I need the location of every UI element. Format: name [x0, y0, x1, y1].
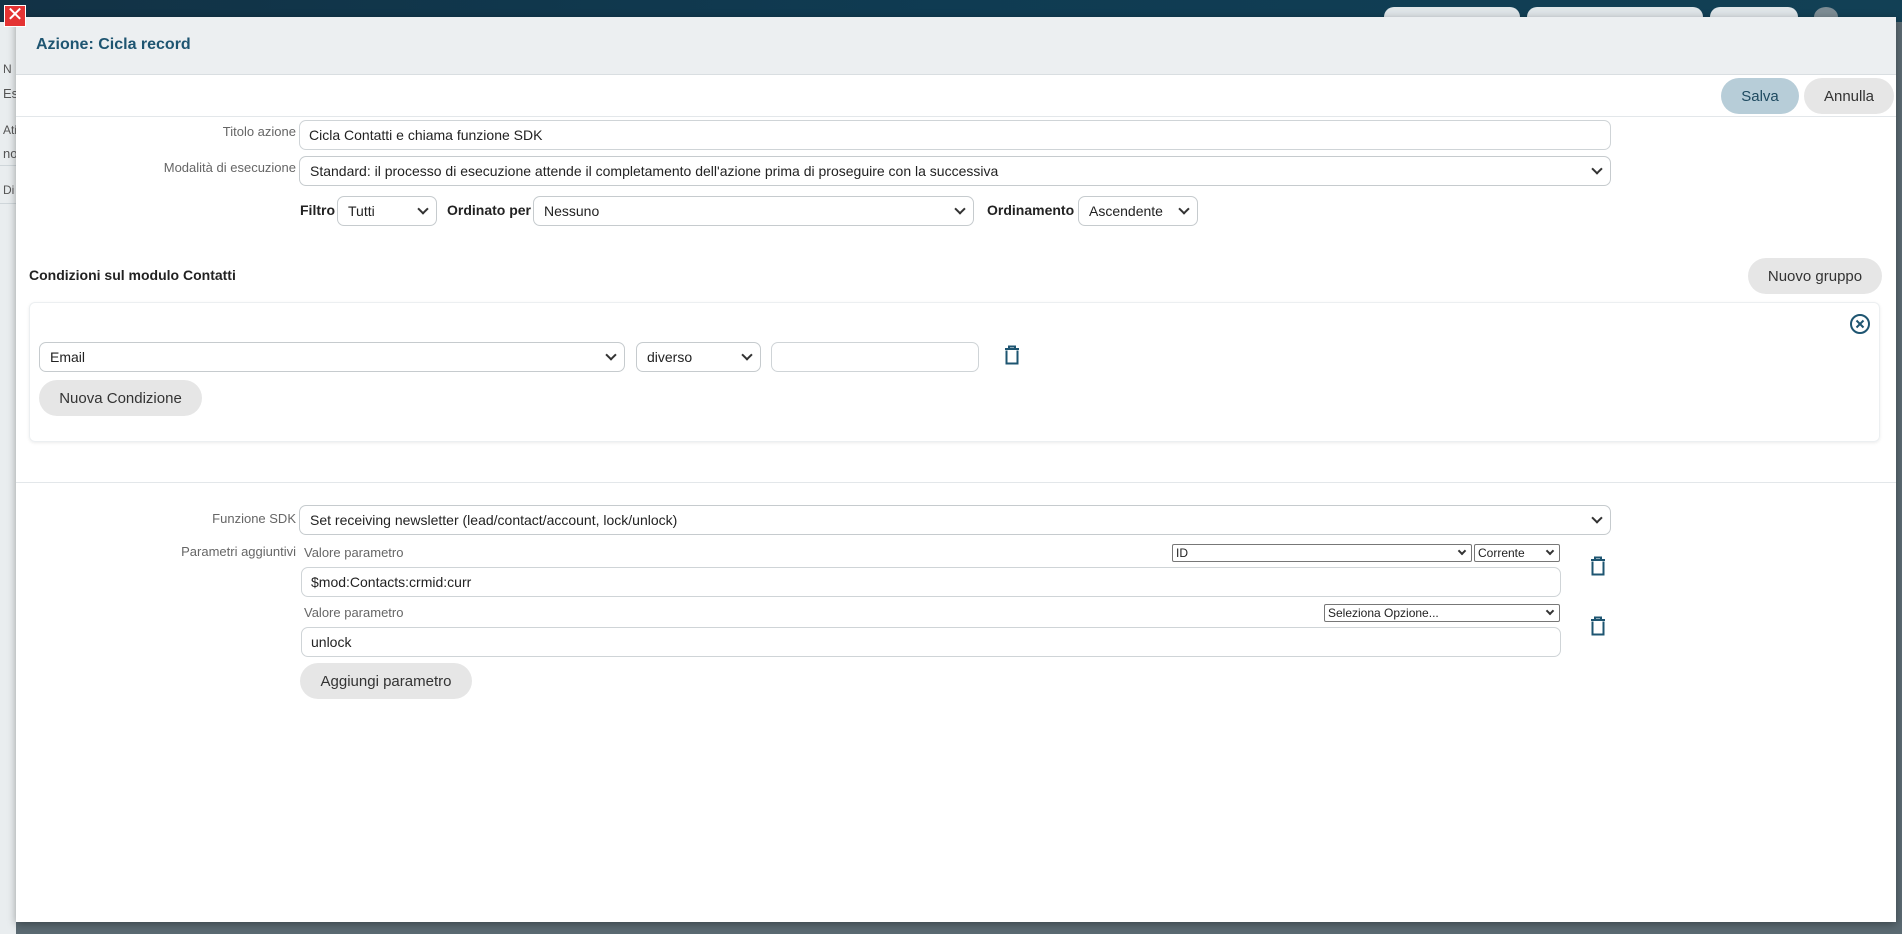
background-divider	[0, 165, 16, 166]
trash-icon[interactable]	[1002, 344, 1022, 366]
background-text: Di	[3, 183, 15, 197]
param-value-input[interactable]	[301, 567, 1561, 597]
conditions-title: Condizioni sul modulo Contatti	[29, 267, 236, 283]
chevron-down-icon	[1545, 546, 1555, 556]
background-divider	[0, 203, 16, 204]
execution-mode-label: Modalità di esecuzione	[163, 160, 296, 175]
condition-group	[29, 302, 1880, 442]
add-parameter-button[interactable]: Aggiungi parametro	[300, 663, 472, 699]
order-by-label: Ordinato per	[447, 202, 532, 218]
background-text: Ati	[3, 123, 18, 137]
chevron-down-icon	[1457, 546, 1467, 556]
chevron-down-icon	[417, 203, 429, 215]
chevron-down-icon	[1545, 606, 1555, 616]
ordering-value: Ascendente	[1089, 203, 1163, 219]
param-option-value: Seleziona Opzione...	[1328, 606, 1439, 620]
section-divider	[16, 482, 1896, 483]
trash-icon[interactable]	[1588, 615, 1608, 637]
condition-operator-value: diverso	[647, 349, 693, 365]
ordering-select[interactable]: Ascendente	[1078, 196, 1198, 226]
background-app-left: N Es Ati no Di	[0, 22, 18, 934]
order-by-value: Nessuno	[544, 203, 600, 219]
condition-field-value: Email	[50, 349, 86, 365]
chevron-down-icon	[1591, 163, 1603, 175]
param-option-select[interactable]: Seleziona Opzione...	[1324, 604, 1560, 622]
filter-label: Filtro	[300, 202, 335, 218]
cancel-button[interactable]: Annulla	[1804, 78, 1894, 114]
param-scope-value: Corrente	[1478, 546, 1525, 560]
chevron-down-icon	[954, 203, 966, 215]
param-label: Valore parametro	[304, 545, 404, 560]
param-scope-select[interactable]: Corrente	[1474, 544, 1560, 562]
order-by-select[interactable]: Nessuno	[533, 196, 974, 226]
dialog-toolbar: Salva Annulla	[16, 75, 1896, 117]
filter-value: Tutti	[348, 203, 375, 219]
chevron-down-icon	[1178, 203, 1190, 215]
new-group-button[interactable]: Nuovo gruppo	[1748, 258, 1882, 294]
dialog-title: Azione: Cicla record	[36, 36, 191, 53]
remove-group-icon[interactable]	[1849, 313, 1871, 335]
action-title-input[interactable]	[299, 120, 1611, 150]
execution-mode-select[interactable]: Standard: il processo di esecuzione atte…	[299, 156, 1611, 186]
ordering-label: Ordinamento	[987, 202, 1075, 218]
action-title-label: Titolo azione	[222, 124, 296, 139]
sdk-function-value: Set receiving newsletter (lead/contact/a…	[310, 512, 678, 528]
action-dialog: Azione: Cicla record Salva Annulla Titol…	[16, 17, 1896, 922]
sdk-function-select[interactable]: Set receiving newsletter (lead/contact/a…	[299, 505, 1611, 535]
background-text: N	[3, 62, 12, 76]
param-label: Valore parametro	[304, 605, 404, 620]
chevron-down-icon	[605, 349, 617, 361]
param-field-select[interactable]: ID	[1172, 544, 1472, 562]
close-dialog-icon[interactable]: ✕	[4, 5, 26, 27]
save-button[interactable]: Salva	[1721, 78, 1799, 114]
condition-value-input[interactable]	[771, 342, 979, 372]
param-field-value: ID	[1176, 546, 1188, 560]
new-condition-button[interactable]: Nuova Condizione	[39, 380, 202, 416]
dialog-header: Azione: Cicla record	[16, 17, 1896, 75]
chevron-down-icon	[1591, 512, 1603, 524]
condition-operator-select[interactable]: diverso	[636, 342, 761, 372]
sdk-function-label: Funzione SDK	[212, 511, 296, 526]
chevron-down-icon	[741, 349, 753, 361]
execution-mode-value: Standard: il processo di esecuzione atte…	[310, 163, 999, 179]
filter-select[interactable]: Tutti	[337, 196, 437, 226]
trash-icon[interactable]	[1588, 555, 1608, 577]
extra-params-label: Parametri aggiuntivi	[181, 544, 296, 559]
param-value-input[interactable]	[301, 627, 1561, 657]
condition-field-select[interactable]: Email	[39, 342, 625, 372]
